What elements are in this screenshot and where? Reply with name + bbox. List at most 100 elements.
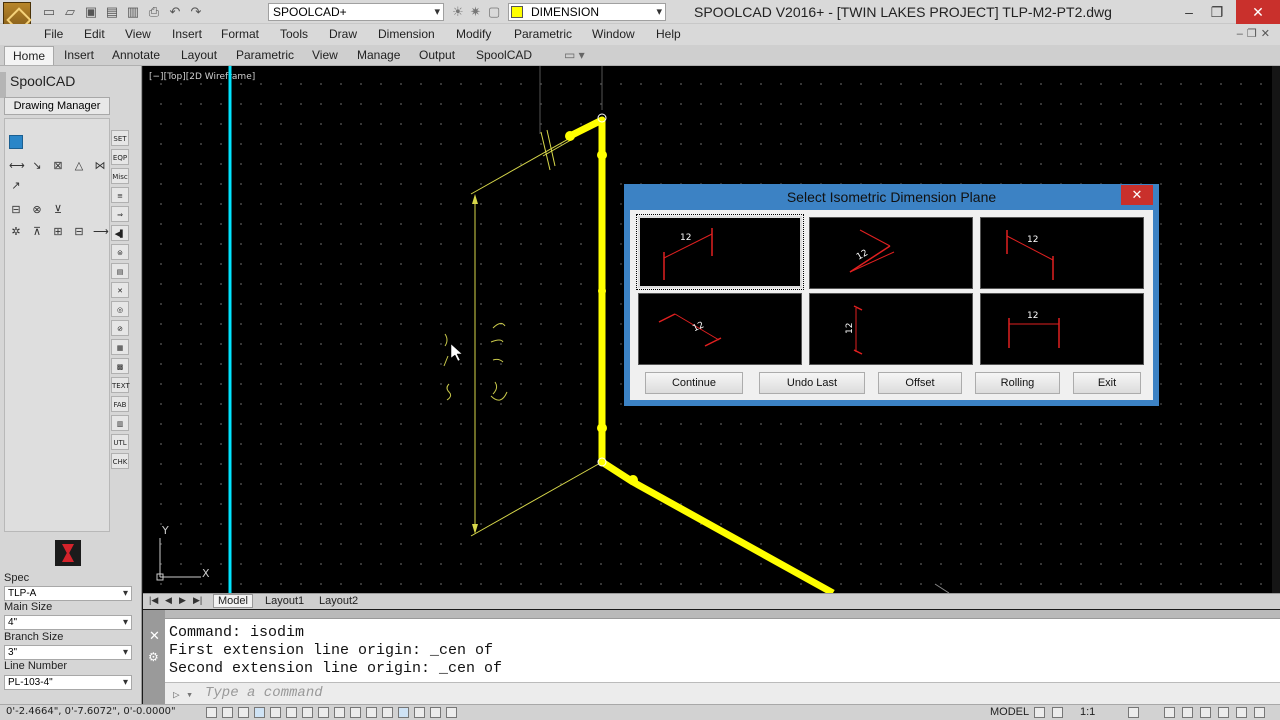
side-tool-icon-4[interactable]: ≡ — [111, 187, 129, 203]
dynamic-ucs-icon[interactable] — [334, 707, 345, 718]
dynamic-input-icon[interactable] — [350, 707, 361, 718]
quick-view-drawings-icon[interactable] — [1052, 707, 1063, 718]
reducer-tool-icon[interactable]: △ — [72, 159, 86, 173]
save-icon[interactable]: ▣ — [82, 4, 100, 20]
elbow-tool-icon[interactable]: ↘ — [30, 159, 44, 173]
prev-layout-icon[interactable]: ◀ — [165, 595, 172, 606]
side-tool-icon-11[interactable]: ⊘ — [111, 320, 129, 336]
pipe-node[interactable] — [597, 150, 607, 160]
transparency-icon[interactable] — [382, 707, 393, 718]
clean-screen-icon[interactable] — [1254, 707, 1265, 718]
object-snap-icon[interactable] — [286, 707, 297, 718]
pipe-node[interactable] — [597, 423, 607, 433]
save-as-icon[interactable]: ▤ — [103, 4, 121, 20]
plane-option-6[interactable]: 12 — [980, 293, 1144, 365]
set-button[interactable]: SET — [111, 130, 129, 146]
pipe-node[interactable] — [565, 131, 575, 141]
side-tool-icon-12[interactable]: ▦ — [111, 339, 129, 355]
lineweight-icon[interactable] — [366, 707, 377, 718]
next-layout-icon[interactable]: ▶ — [179, 595, 186, 606]
lock-icon[interactable] — [1182, 707, 1193, 718]
layer-lock-icon[interactable]: ▢ — [488, 4, 500, 20]
eqp-button[interactable]: EQP — [111, 149, 129, 165]
snap-mode-icon[interactable] — [222, 707, 233, 718]
undo-icon[interactable]: ↶ — [166, 4, 184, 20]
layer-on-icon[interactable]: ☀ — [452, 4, 464, 20]
ribbon-tab-parametric[interactable]: Parametric — [236, 48, 294, 62]
continue-button[interactable]: Continue — [645, 372, 743, 394]
pipe-node[interactable] — [628, 475, 638, 485]
tab-model[interactable]: Model — [213, 594, 253, 608]
status-tool-icon[interactable] — [446, 707, 457, 718]
side-tool-icon-8[interactable]: ▤ — [111, 263, 129, 279]
hardware-acceleration-icon[interactable] — [1200, 707, 1211, 718]
polar-tracking-icon[interactable] — [270, 707, 281, 718]
layer-freeze-icon[interactable]: ✷ — [470, 4, 481, 20]
offset-button[interactable]: Offset — [878, 372, 962, 394]
dialog-close-button[interactable]: ✕ — [1121, 185, 1153, 205]
menu-dimension[interactable]: Dimension — [378, 27, 435, 41]
ribbon-tab-annotate[interactable]: Annotate — [112, 48, 160, 62]
new-icon[interactable]: ▭ — [40, 4, 58, 20]
ribbon-tab-manage[interactable]: Manage — [357, 48, 400, 62]
side-tool-icon-6[interactable]: ◀▌ — [111, 225, 129, 241]
redo-icon[interactable]: ↷ — [187, 4, 205, 20]
text-button[interactable]: TEXT — [111, 377, 130, 393]
main-size-dropdown[interactable]: 4" — [4, 615, 132, 630]
hanger-tool-icon[interactable]: ⊼ — [30, 225, 44, 239]
status-bar-menu-icon[interactable] — [1236, 707, 1247, 718]
tab-layout1[interactable]: Layout1 — [261, 595, 308, 607]
menu-format[interactable]: Format — [221, 27, 259, 41]
command-input[interactable]: ▷ ▾ Type a command — [165, 682, 1280, 704]
maximize-button[interactable]: ❐ — [1200, 0, 1234, 24]
menu-view[interactable]: View — [125, 27, 151, 41]
fab-button[interactable]: FAB — [111, 396, 129, 412]
ribbon-tab-insert[interactable]: Insert — [64, 48, 94, 62]
menu-insert[interactable]: Insert — [172, 27, 202, 41]
undo-last-button[interactable]: Undo Last — [759, 372, 865, 394]
panel-grip[interactable] — [0, 72, 6, 98]
line-tool-icon[interactable]: ⟶ — [93, 225, 109, 239]
ribbon-tab-view[interactable]: View — [312, 48, 338, 62]
pipe-node[interactable] — [598, 287, 606, 295]
menu-help[interactable]: Help — [656, 27, 681, 41]
line-number-dropdown[interactable]: PL-103-4" — [4, 675, 132, 690]
isolate-objects-icon[interactable] — [1218, 707, 1229, 718]
menu-window[interactable]: Window — [592, 27, 635, 41]
plot-icon[interactable]: ⎙ — [145, 4, 163, 20]
wrench-icon[interactable]: ⚙ — [148, 650, 159, 664]
annotation-visibility-icon[interactable] — [1128, 707, 1139, 718]
quick-view-layouts-icon[interactable] — [1034, 707, 1045, 718]
menu-edit[interactable]: Edit — [84, 27, 105, 41]
annotation-scale[interactable]: 1:1 — [1080, 706, 1095, 718]
vertical-scrollbar[interactable] — [1272, 66, 1280, 593]
misc-button[interactable]: Misc — [111, 168, 129, 184]
tab-layout2[interactable]: Layout2 — [315, 595, 362, 607]
plane-option-4[interactable]: 12 — [638, 293, 802, 365]
route-tool-icon[interactable]: ↗ — [9, 179, 23, 193]
ribbon-tab-layout[interactable]: Layout — [181, 48, 217, 62]
weld-tool-icon[interactable]: ⊞ — [51, 225, 65, 239]
side-tool-icon-9[interactable]: ✕ — [111, 282, 129, 298]
publish-icon[interactable]: ▥ — [124, 4, 142, 20]
close-icon[interactable]: ✕ — [149, 628, 160, 644]
drawing-manager-button[interactable]: Drawing Manager — [4, 97, 110, 115]
plane-option-3[interactable]: 12 — [980, 217, 1144, 289]
plane-option-5[interactable]: 12 — [809, 293, 973, 365]
workspace-dropdown[interactable]: SPOOLCAD+ — [268, 3, 444, 21]
rolling-button[interactable]: Rolling — [975, 372, 1060, 394]
side-tool-icon-7[interactable]: ⊜ — [111, 244, 129, 260]
menu-tools[interactable]: Tools — [280, 27, 308, 41]
ribbon-tab-output[interactable]: Output — [419, 48, 455, 62]
pipe-tool-icon[interactable]: ⟷ — [9, 159, 25, 173]
spec-dropdown[interactable]: TLP-A — [4, 586, 132, 601]
quick-properties-icon[interactable] — [398, 707, 409, 718]
3d-object-snap-icon[interactable] — [302, 707, 313, 718]
tee-tool-icon[interactable]: ⊠ — [51, 159, 65, 173]
support-tool-icon[interactable]: ✲ — [9, 225, 23, 239]
insert-tool-icon[interactable]: ⊻ — [51, 203, 65, 217]
open-icon[interactable]: ▱ — [61, 4, 79, 20]
infer-constraints-icon[interactable] — [206, 707, 217, 718]
exit-button[interactable]: Exit — [1073, 372, 1141, 394]
side-tool-icon-5[interactable]: ⇒ — [111, 206, 129, 222]
